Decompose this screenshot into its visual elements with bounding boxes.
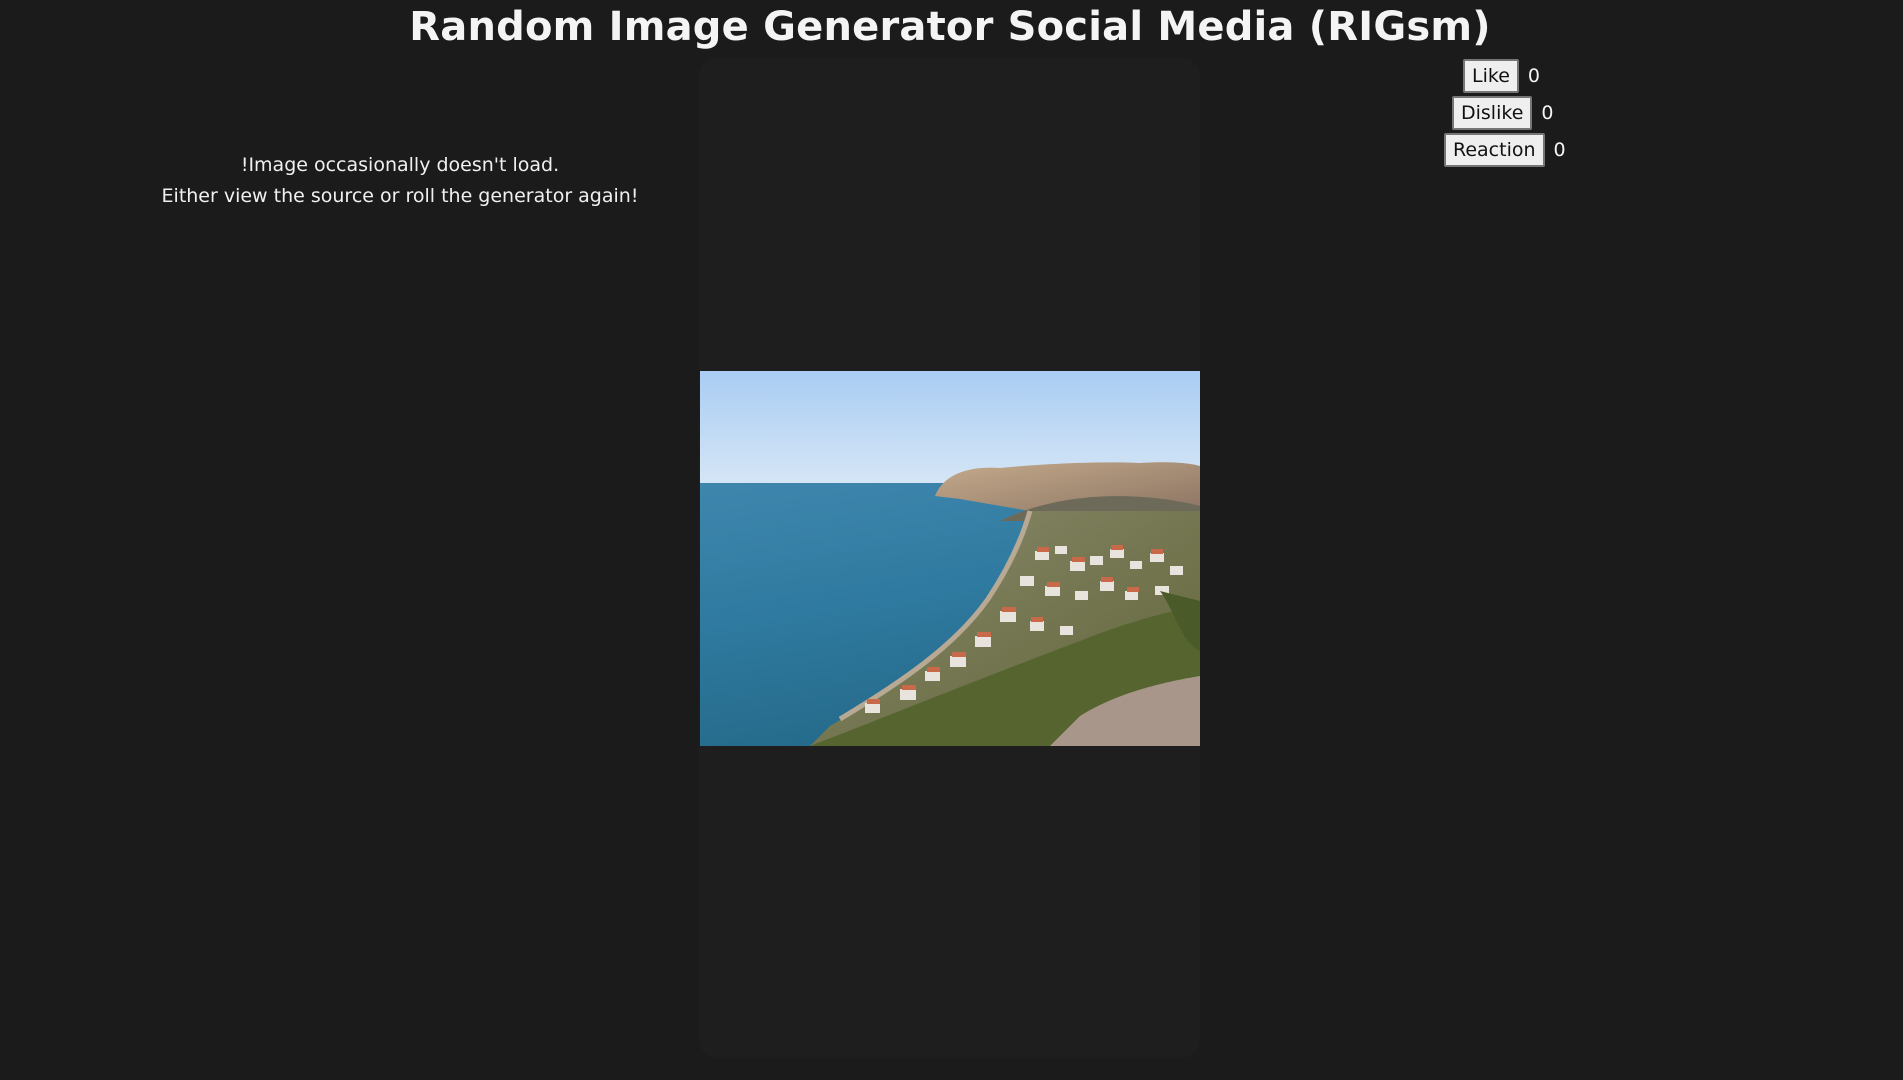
page-title: Random Image Generator Social Media (RIG…: [409, 4, 1491, 50]
random-image: [700, 371, 1200, 746]
notice-line-1: !Image occasionally doesn't load.: [240, 154, 560, 176]
dislike-row: Dislike 0: [1452, 96, 1553, 130]
dislike-count: 0: [1541, 102, 1554, 124]
coastal-village-photo: [700, 371, 1200, 746]
reaction-button[interactable]: Reaction: [1444, 133, 1545, 167]
like-count: 0: [1527, 65, 1540, 87]
notice-text: !Image occasionally doesn't load. Either…: [150, 150, 650, 212]
reaction-count: 0: [1553, 139, 1566, 161]
like-button[interactable]: Like: [1463, 59, 1519, 93]
page: Random Image Generator Social Media (RIG…: [0, 0, 1903, 1080]
notice-line-2: Either view the source or roll the gener…: [161, 185, 639, 207]
dislike-button[interactable]: Dislike: [1452, 96, 1533, 130]
reaction-row: Reaction 0: [1444, 133, 1566, 167]
like-row: Like 0: [1463, 59, 1540, 93]
